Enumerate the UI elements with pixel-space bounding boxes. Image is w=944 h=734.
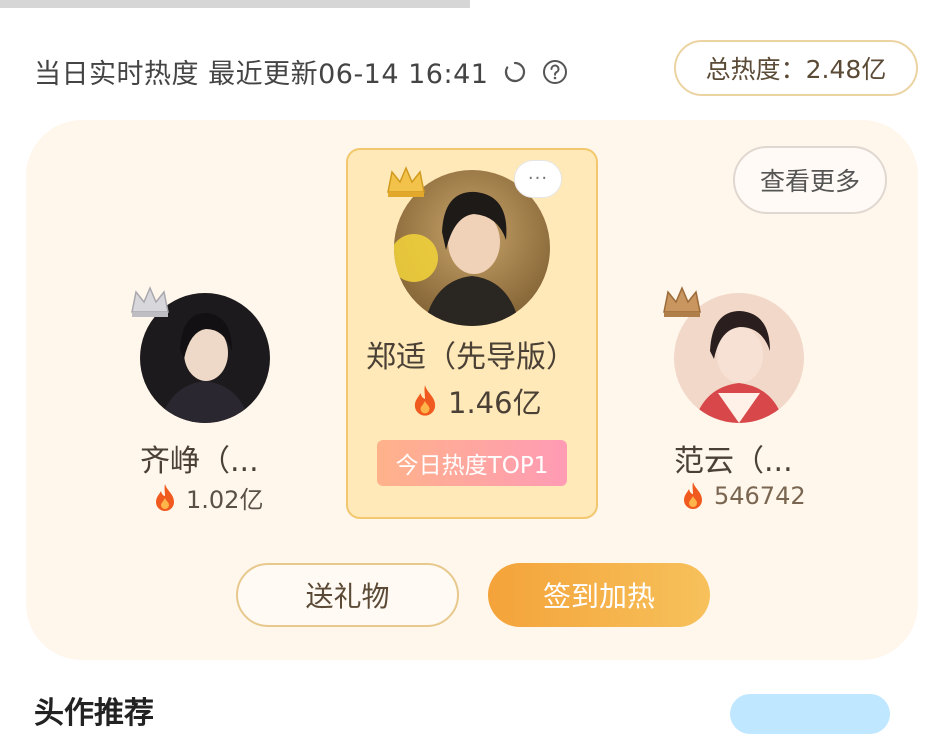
total-heat-pill[interactable]: 总热度：2.48亿 (674, 40, 918, 96)
refresh-icon[interactable] (502, 59, 528, 85)
second-heat-value: 1.02亿 (186, 486, 264, 514)
realtime-heat-header: 当日实时热度 最近更新06-14 16:41 (34, 52, 568, 91)
view-more-button[interactable]: 查看更多 (733, 146, 887, 214)
third-heat: 546742 (680, 480, 806, 512)
third-name[interactable]: 范云（... (674, 436, 793, 480)
section-title: 头作推荐 (34, 696, 154, 731)
checkin-boost-button[interactable]: 签到加热 (488, 563, 710, 627)
second-name[interactable]: 齐峥（... (140, 436, 259, 480)
top1-badge: 今日热度TOP1 (377, 440, 567, 486)
crown-bronze-icon (660, 282, 704, 322)
crown-gold-icon (384, 162, 428, 202)
flame-icon (410, 383, 440, 419)
third-heat-value: 546742 (714, 482, 806, 510)
flame-icon (152, 482, 178, 514)
corner-action-button[interactable] (730, 694, 890, 734)
second-heat: 1.02亿 (152, 480, 263, 515)
first-heat: 1.46亿 (410, 380, 542, 422)
first-heat-value: 1.46亿 (448, 386, 542, 420)
crown-silver-icon (128, 282, 172, 322)
first-name[interactable]: 郑适（先导版） (366, 332, 576, 376)
top-scroll-indicator (0, 0, 470, 8)
flame-icon (680, 480, 706, 512)
help-icon[interactable] (542, 59, 568, 85)
send-gift-button[interactable]: 送礼物 (236, 563, 459, 627)
comment-bubble-icon[interactable]: ··· (514, 160, 562, 198)
realtime-heat-text: 当日实时热度 最近更新06-14 16:41 (34, 59, 489, 90)
